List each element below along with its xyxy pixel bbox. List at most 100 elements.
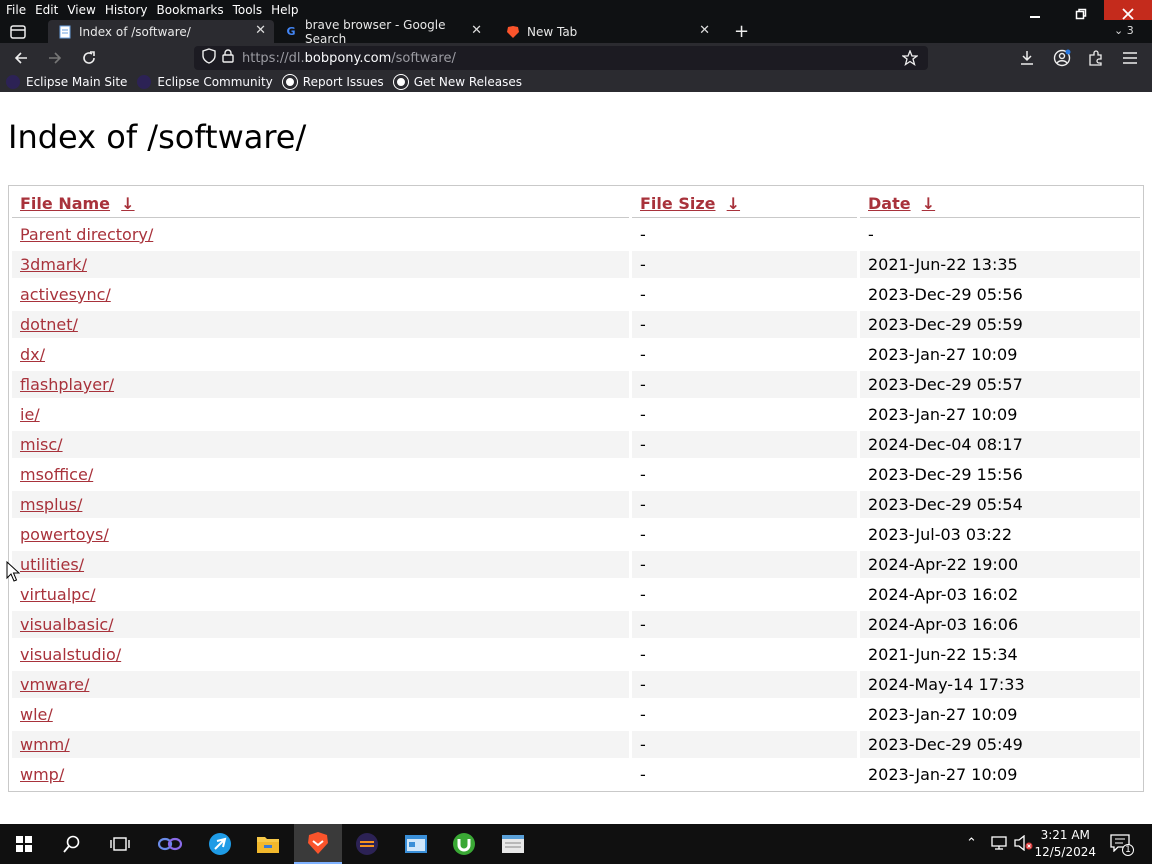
file-name-cell: activesync/: [12, 281, 629, 308]
system-clock[interactable]: 3:21 AM 12/5/2024: [1034, 827, 1096, 861]
taskbar-eclipse[interactable]: [343, 824, 391, 864]
directory-link[interactable]: utilities/: [20, 555, 84, 574]
reload-button[interactable]: [78, 47, 100, 69]
directory-link[interactable]: 3dmark/: [20, 255, 87, 274]
tab-overview-button[interactable]: [10, 24, 26, 43]
taskbar-utorrent[interactable]: [440, 824, 488, 864]
taskbar-app-1[interactable]: [146, 824, 194, 864]
sort-by-date-link[interactable]: Date: [868, 194, 911, 213]
back-button[interactable]: [10, 47, 32, 69]
directory-link[interactable]: wmm/: [20, 735, 70, 754]
bookmark-star-icon[interactable]: [901, 49, 919, 70]
directory-link[interactable]: wmp/: [20, 765, 64, 784]
header-date[interactable]: Date ↓: [860, 189, 1140, 218]
menu-bar: File Edit View History Bookmarks Tools H…: [0, 0, 1152, 20]
file-size-cell: -: [632, 611, 857, 638]
directory-link[interactable]: visualbasic/: [20, 615, 114, 634]
directory-link[interactable]: ie/: [20, 405, 40, 424]
directory-link[interactable]: misc/: [20, 435, 63, 454]
tab-label: Index of /software/: [79, 24, 191, 39]
volume-control[interactable]: [1014, 834, 1034, 855]
directory-link[interactable]: visualstudio/: [20, 645, 121, 664]
downloads-button[interactable]: [1016, 47, 1038, 69]
directory-link[interactable]: powertoys/: [20, 525, 109, 544]
close-icon: [1122, 8, 1134, 20]
address-bar[interactable]: https://dl. bobpony.com/software/: [194, 46, 928, 70]
task-view-button[interactable]: [96, 824, 144, 864]
menu-edit[interactable]: Edit: [35, 3, 58, 17]
menu-tools[interactable]: Tools: [233, 3, 263, 17]
show-hidden-icons[interactable]: ⌃: [966, 836, 977, 851]
directory-link[interactable]: activesync/: [20, 285, 111, 304]
menu-view[interactable]: View: [67, 3, 95, 17]
app-menu-button[interactable]: [1119, 47, 1141, 69]
network-icon: [991, 836, 1007, 850]
header-file-name[interactable]: File Name ↓: [12, 189, 629, 218]
menu-bookmarks[interactable]: Bookmarks: [157, 3, 224, 17]
bookmark-eclipse-community[interactable]: Eclipse Community: [137, 75, 273, 89]
tab-google-search[interactable]: G brave browser - Google Search ✕: [274, 18, 490, 46]
brave-icon: [308, 832, 328, 854]
tab-index-software[interactable]: Index of /software/ ✕: [48, 20, 274, 43]
tab-close-icon[interactable]: ✕: [699, 23, 710, 38]
directory-link[interactable]: msplus/: [20, 495, 82, 514]
page-title: Index of /software/: [8, 118, 307, 156]
network-status[interactable]: [990, 835, 1008, 855]
file-size-cell: -: [640, 705, 646, 724]
minimize-icon: [1030, 16, 1040, 18]
start-button[interactable]: [0, 824, 48, 864]
directory-link[interactable]: dotnet/: [20, 315, 78, 334]
file-size-cell: -: [632, 251, 857, 278]
taskbar-brave[interactable]: [294, 824, 342, 864]
search-button[interactable]: [48, 824, 96, 864]
date-cell: 2023-Dec-29 05:56: [868, 285, 1023, 304]
table-row: ie/ - 2023-Jan-27 10:09: [12, 401, 1140, 428]
directory-link[interactable]: msoffice/: [20, 465, 93, 484]
directory-link[interactable]: wle/: [20, 705, 53, 724]
taskbar-file-explorer[interactable]: [244, 824, 292, 864]
file-name-cell: msplus/: [12, 491, 629, 518]
menu-file[interactable]: File: [6, 3, 26, 17]
lock-icon[interactable]: [222, 49, 234, 67]
tab-close-icon[interactable]: ✕: [471, 23, 482, 38]
action-center-button[interactable]: 1: [1110, 834, 1134, 856]
menu-help[interactable]: Help: [271, 3, 298, 17]
arrow-right-icon: [49, 52, 62, 64]
sort-by-size-link[interactable]: File Size: [640, 194, 716, 213]
tab-count: 3: [1126, 24, 1134, 37]
sort-arrow-icon[interactable]: ↓: [727, 194, 740, 213]
bookmark-get-new-releases[interactable]: Get New Releases: [392, 74, 522, 90]
tab-close-icon[interactable]: ✕: [255, 23, 266, 38]
new-tab-button[interactable]: +: [734, 21, 749, 42]
directory-link[interactable]: vmware/: [20, 675, 89, 694]
bookmark-eclipse-main-site[interactable]: Eclipse Main Site: [6, 75, 127, 89]
sort-arrow-icon[interactable]: ↓: [121, 194, 134, 213]
tab-new-tab[interactable]: New Tab ✕: [496, 20, 718, 43]
sort-by-name-link[interactable]: File Name: [20, 194, 110, 213]
tab-list-dropdown[interactable]: ⌄ 3: [1114, 24, 1134, 37]
sort-arrow-icon[interactable]: ↓: [922, 194, 935, 213]
account-button[interactable]: [1051, 47, 1073, 69]
taskbar-app-window[interactable]: [392, 824, 440, 864]
taskbar-browser[interactable]: [196, 824, 244, 864]
utorrent-icon: [453, 833, 475, 855]
task-view-icon: [110, 837, 130, 851]
file-size-cell: -: [640, 765, 646, 784]
forward-button[interactable]: [44, 47, 66, 69]
table-row: Parent directory/ - -: [12, 221, 1140, 248]
directory-link[interactable]: Parent directory/: [20, 225, 153, 244]
header-file-size[interactable]: File Size ↓: [632, 189, 857, 218]
eclipse-icon: [137, 75, 152, 89]
extensions-button[interactable]: [1085, 47, 1107, 69]
table-row: activesync/ - 2023-Dec-29 05:56: [12, 281, 1140, 308]
taskbar-notepad[interactable]: [489, 824, 537, 864]
bookmark-label: Report Issues: [302, 75, 384, 89]
browser-icon: [209, 833, 231, 855]
menu-history[interactable]: History: [105, 3, 148, 17]
restore-icon: [1075, 8, 1087, 20]
directory-link[interactable]: flashplayer/: [20, 375, 114, 394]
directory-link[interactable]: virtualpc/: [20, 585, 96, 604]
directory-link[interactable]: dx/: [20, 345, 45, 364]
shield-icon[interactable]: [202, 48, 216, 68]
bookmark-report-issues[interactable]: Report Issues: [281, 74, 384, 90]
